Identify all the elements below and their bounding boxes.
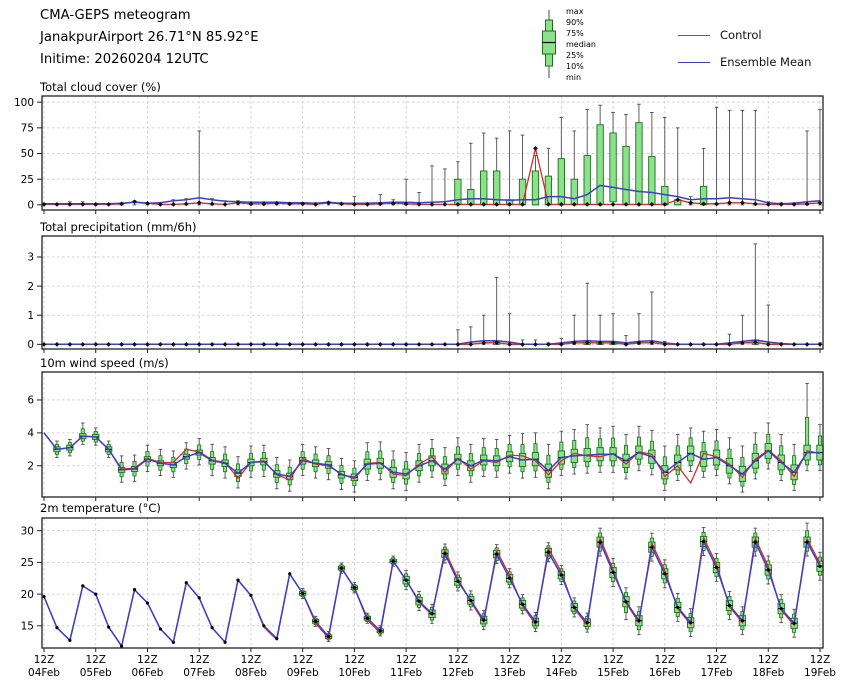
svg-text:50: 50 [21, 148, 34, 160]
svg-text:18Feb: 18Feb [752, 667, 784, 679]
svg-text:25: 25 [21, 174, 34, 186]
svg-text:2: 2 [27, 460, 34, 472]
svg-text:2: 2 [27, 281, 34, 293]
panel-wind: 2 4 6 [27, 371, 824, 501]
svg-text:0: 0 [27, 200, 34, 212]
precip-markers [41, 339, 823, 347]
svg-text:12Feb: 12Feb [442, 667, 474, 679]
svg-text:12Z: 12Z [499, 654, 520, 666]
svg-text:15Feb: 15Feb [597, 667, 629, 679]
svg-text:07Feb: 07Feb [183, 667, 215, 679]
svg-text:14Feb: 14Feb [545, 667, 577, 679]
svg-text:6: 6 [27, 395, 34, 407]
svg-text:12Z: 12Z [551, 654, 572, 666]
panel-cloud: 0 25 50 75 100 [14, 95, 824, 214]
svg-text:08Feb: 08Feb [235, 667, 267, 679]
svg-text:12Z: 12Z [655, 654, 676, 666]
svg-text:12Z: 12Z [810, 654, 831, 666]
svg-text:04Feb: 04Feb [28, 667, 60, 679]
svg-text:11Feb: 11Feb [390, 667, 422, 679]
svg-text:1: 1 [27, 310, 34, 322]
svg-text:19Feb: 19Feb [804, 667, 836, 679]
svg-text:12Z: 12Z [34, 654, 55, 666]
svg-text:12Z: 12Z [603, 654, 624, 666]
svg-text:12Z: 12Z [758, 654, 779, 666]
svg-text:0: 0 [27, 339, 34, 351]
svg-text:100: 100 [14, 97, 34, 109]
svg-text:12Z: 12Z [292, 654, 313, 666]
svg-text:12Z: 12Z [137, 654, 158, 666]
svg-text:15: 15 [21, 621, 34, 633]
panel-temp: 15 20 25 30 [21, 517, 824, 652]
meteogram-figure: CMA-GEPS meteogram JanakpurAirport 26.71… [0, 0, 845, 681]
cloud-boxplots [42, 103, 822, 206]
svg-text:06Feb: 06Feb [131, 667, 163, 679]
svg-text:12Z: 12Z [241, 654, 262, 666]
panel-precip: 0 1 2 3 [27, 235, 824, 353]
svg-text:3: 3 [27, 252, 34, 264]
wind-grid [42, 372, 823, 497]
x-axis-labels: 12Z04Feb12Z05Feb12Z06Feb12Z07Feb12Z08Feb… [28, 654, 836, 679]
svg-text:17Feb: 17Feb [701, 667, 733, 679]
wind-border [41, 371, 824, 498]
svg-text:16Feb: 16Feb [649, 667, 681, 679]
svg-text:12Z: 12Z [344, 654, 365, 666]
svg-text:75: 75 [21, 123, 34, 135]
svg-text:25: 25 [21, 557, 34, 569]
svg-text:12Z: 12Z [85, 654, 106, 666]
svg-text:20: 20 [21, 589, 34, 601]
meteogram-canvas: 025507510001232461520253012Z04Feb12Z05Fe… [14, 95, 836, 679]
cloud-y-axis: 0 25 50 75 100 [14, 97, 42, 212]
svg-text:12Z: 12Z [189, 654, 210, 666]
svg-text:4: 4 [27, 428, 34, 440]
svg-text:30: 30 [21, 525, 34, 537]
precip-grid [42, 236, 823, 349]
svg-text:12Z: 12Z [706, 654, 727, 666]
svg-text:13Feb: 13Feb [494, 667, 526, 679]
svg-text:05Feb: 05Feb [80, 667, 112, 679]
temp-y-axis: 15 20 25 30 [21, 525, 42, 633]
precip-boxplots [456, 243, 822, 345]
precip-border [41, 235, 824, 350]
svg-text:09Feb: 09Feb [287, 667, 319, 679]
svg-text:12Z: 12Z [448, 654, 469, 666]
svg-text:12Z: 12Z [396, 654, 417, 666]
wind-y-axis: 2 4 6 [27, 395, 42, 472]
svg-text:10Feb: 10Feb [338, 667, 370, 679]
precip-y-axis: 0 1 2 3 [27, 252, 42, 351]
